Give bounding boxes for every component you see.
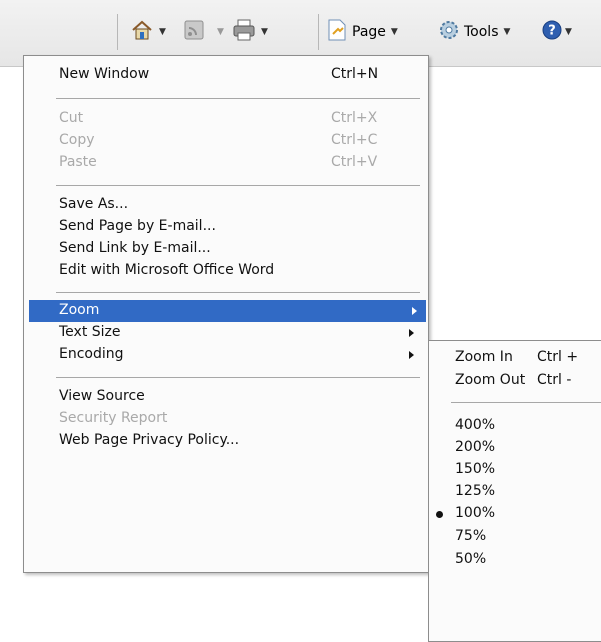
menu-item-label: Encoding [59,346,124,362]
submenu-arrow-icon [409,351,414,359]
chevron-down-icon[interactable]: ▼ [261,27,268,37]
page-menu-label: Page [352,24,386,40]
menu-item-new-window[interactable]: New Window Ctrl+N [24,64,428,86]
chevron-down-icon[interactable]: ▼ [504,27,511,37]
menu-item-label: View Source [59,388,145,404]
submenu-item-100[interactable]: 100% [429,503,601,525]
submenu-item-50[interactable]: 50% [429,549,601,571]
menu-separator [56,377,420,378]
gear-icon [438,19,460,45]
menu-item-security-report: Security Report [24,408,428,430]
menu-item-label: Security Report [59,410,168,426]
submenu-arrow-icon [409,329,414,337]
chevron-down-icon[interactable]: ▼ [565,27,572,37]
submenu-item-zoom-out[interactable]: Zoom Out Ctrl - [429,370,601,392]
feeds-button[interactable]: ▼ [183,18,224,46]
help-icon: ? [541,19,563,45]
feed-icon [183,19,205,45]
menu-item-label: New Window [59,66,150,82]
menu-item-cut: Cut Ctrl+X [24,108,428,130]
home-icon [130,18,154,46]
submenu-item-label: 100% [455,505,496,521]
menu-item-send-link[interactable]: Send Link by E-mail... [24,238,428,260]
toolbar-separator [318,14,319,50]
chevron-down-icon[interactable]: ▼ [217,27,224,37]
zoom-submenu: Zoom In Ctrl + Zoom Out Ctrl - 400% 200%… [428,340,601,642]
menu-item-encoding[interactable]: Encoding [24,344,428,366]
menu-item-label: Cut [59,110,84,126]
submenu-item-shortcut: Ctrl + [537,349,579,365]
menu-item-shortcut: Ctrl+C [331,132,378,148]
submenu-item-400[interactable]: 400% [429,415,601,437]
submenu-item-125[interactable]: 125% [429,481,601,503]
menu-separator [56,98,420,99]
selected-bullet-icon [436,511,443,518]
menu-item-privacy-policy[interactable]: Web Page Privacy Policy... [24,430,428,452]
menu-item-shortcut: Ctrl+N [331,66,379,82]
menu-separator [451,402,601,403]
menu-item-view-source[interactable]: View Source [24,386,428,408]
submenu-item-label: 400% [455,417,496,433]
submenu-item-label: 50% [455,551,487,567]
menu-item-copy: Copy Ctrl+C [24,130,428,152]
home-button[interactable]: ▼ [130,18,166,46]
svg-text:?: ? [548,24,556,39]
menu-item-shortcut: Ctrl+X [331,110,378,126]
printer-icon [232,18,256,46]
menu-item-shortcut: Ctrl+V [331,154,378,170]
page-menu: New Window Ctrl+N Cut Ctrl+X Copy Ctrl+C… [23,55,429,573]
menu-item-label: Send Page by E-mail... [59,218,216,234]
submenu-item-label: Zoom Out [455,372,526,388]
menu-item-edit-with-word[interactable]: Edit with Microsoft Office Word [24,260,428,282]
menu-separator [56,292,420,293]
help-button[interactable]: ? ▼ [541,18,572,46]
submenu-item-label: 200% [455,439,496,455]
submenu-item-label: Zoom In [455,349,513,365]
chevron-down-icon[interactable]: ▼ [159,27,166,37]
submenu-item-150[interactable]: 150% [429,459,601,481]
page-icon [326,18,348,46]
menu-item-send-page[interactable]: Send Page by E-mail... [24,216,428,238]
tools-menu-button[interactable]: Tools ▼ [438,18,510,46]
menu-item-label: Save As... [59,196,129,212]
submenu-item-zoom-in[interactable]: Zoom In Ctrl + [429,347,601,369]
submenu-item-label: 125% [455,483,496,499]
menu-item-zoom[interactable]: Zoom [29,300,426,322]
menu-item-label: Zoom [59,302,100,318]
menu-separator [56,185,420,186]
submenu-item-shortcut: Ctrl - [537,372,572,388]
menu-item-label: Paste [59,154,97,170]
page-menu-button[interactable]: Page ▼ [326,18,398,46]
chevron-down-icon[interactable]: ▼ [391,27,398,37]
menu-item-label: Send Link by E-mail... [59,240,211,256]
submenu-item-75[interactable]: 75% [429,526,601,548]
menu-item-text-size[interactable]: Text Size [24,322,428,344]
menu-item-paste: Paste Ctrl+V [24,152,428,174]
print-button[interactable]: ▼ [232,18,268,46]
menu-item-label: Text Size [59,324,121,340]
menu-item-label: Copy [59,132,95,148]
submenu-item-label: 150% [455,461,496,477]
submenu-item-label: 75% [455,528,487,544]
toolbar-separator [117,14,118,50]
menu-item-label: Web Page Privacy Policy... [59,432,240,448]
tools-menu-label: Tools [464,24,499,40]
submenu-item-200[interactable]: 200% [429,437,601,459]
menu-item-label: Edit with Microsoft Office Word [59,262,275,278]
menu-item-save-as[interactable]: Save As... [24,194,428,216]
submenu-arrow-icon [412,307,417,315]
